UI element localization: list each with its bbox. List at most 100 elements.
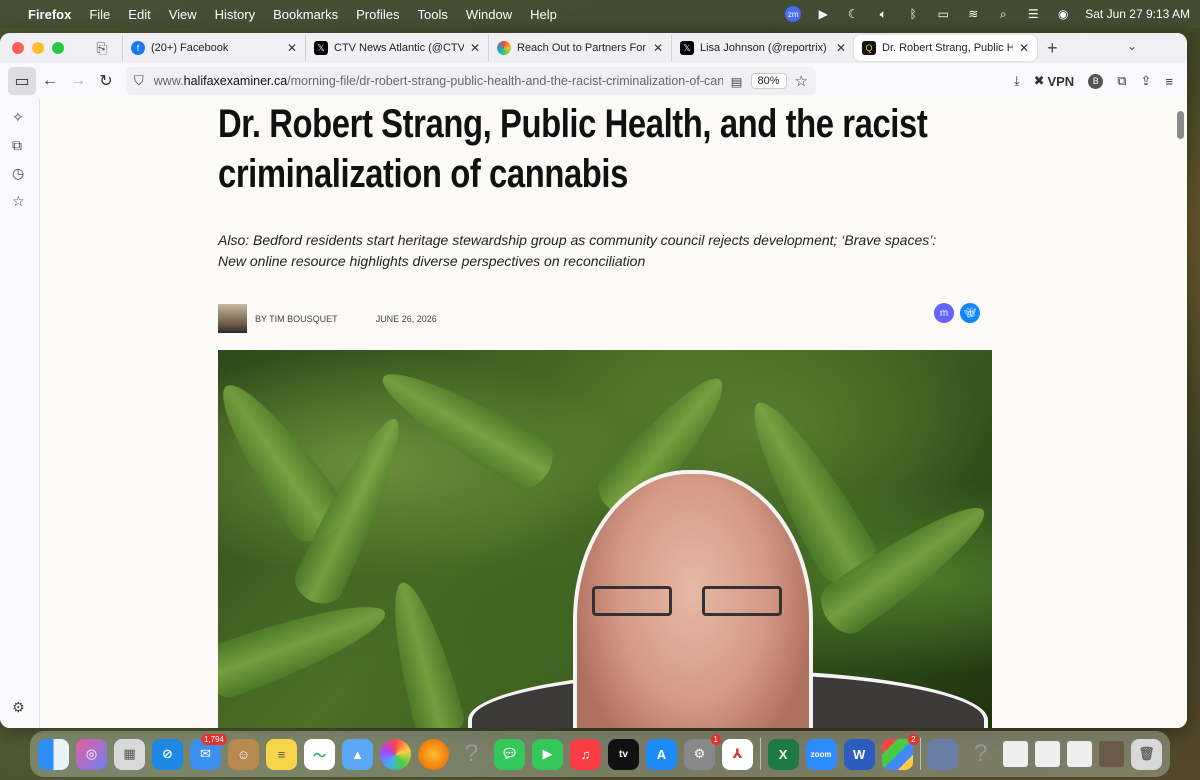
word-icon[interactable]: W [843,738,875,770]
downloads-icon[interactable]: ⤓ [1014,73,1020,89]
bookmarks-star-icon[interactable]: ☆ [12,193,25,210]
menu-profiles[interactable]: Profiles [356,7,399,22]
misc-app-icon[interactable]: 2 [881,733,919,770]
url-bar[interactable]: ⛉ www.halifaxexaminer.ca/morning-file/dr… [126,67,816,95]
trash-icon[interactable]: 🗑︎ [1131,738,1162,770]
sidebar-toggle-icon[interactable]: ▭ [8,67,36,95]
menu-view[interactable]: View [169,7,197,22]
facetime-icon[interactable]: ▶ [532,738,563,770]
article-subtitle: Also: Bedford residents start heritage s… [218,232,937,269]
window-thumbnail[interactable] [1035,741,1061,767]
notes-icon[interactable]: ≡ [266,738,297,770]
window-thumbnail[interactable] [1067,741,1093,767]
wifi-icon[interactable]: ≋ [965,7,981,21]
control-center-icon[interactable]: ☰ [1025,7,1041,21]
close-tab-icon[interactable]: ✕ [287,41,297,55]
share-icon[interactable]: ⇪ [1141,73,1152,89]
close-tab-icon[interactable]: ✕ [470,41,480,55]
menu-file[interactable]: File [89,7,110,22]
menu-help[interactable]: Help [530,7,557,22]
contacts-icon[interactable]: ☺ [228,738,259,770]
mastodon-share-icon[interactable]: m [934,303,954,323]
maps-icon[interactable]: ▲ [342,738,373,770]
menu-tools[interactable]: Tools [418,7,448,22]
mail-icon[interactable]: ✉ 1,794 [190,733,227,770]
zoom-window-button[interactable] [52,42,64,54]
author-name[interactable]: BY TIM BOUSQUET [255,314,338,324]
excel-icon[interactable]: X [767,738,799,770]
safari-icon[interactable]: ⊘ [152,738,183,770]
apps-grid-icon[interactable]: ▦ [114,738,145,770]
finder-icon[interactable] [38,738,69,770]
settings-gear-icon[interactable]: ⚙ [12,699,25,716]
acrobat-icon[interactable]: ⅄ [722,738,753,770]
tab-facebook[interactable]: f (20+) Facebook ✕ [122,35,305,61]
freeform-icon[interactable]: 〜 [304,738,335,770]
menu-window[interactable]: Window [466,7,512,22]
back-arrow-icon[interactable]: ← [36,67,64,95]
music-icon[interactable]: ♫ [570,738,601,770]
messages-icon[interactable]: 💬︎ [494,738,525,770]
window-thumbnail[interactable] [1099,741,1124,767]
close-window-button[interactable] [12,42,24,54]
close-tab-icon[interactable]: ✕ [1019,41,1029,55]
launchpad-icon[interactable]: ◎ [76,738,107,770]
moon-icon[interactable]: ☾ [845,7,861,21]
volume-icon[interactable]: 🔈︎ [875,7,891,21]
vpn-button[interactable]: ✖ VPN [1034,73,1075,89]
reload-icon[interactable]: ↻ [92,67,120,95]
ai-sparkle-icon[interactable]: ✧ [12,109,24,126]
siri-icon[interactable]: ◉ [1055,7,1071,21]
tab-ctv-news[interactable]: 𝕏 CTV News Atlantic (@CTVAtlant ✕ [305,35,488,61]
zoom-level-badge[interactable]: 80% [750,73,787,89]
tab-label: (20+) Facebook [151,42,229,54]
bluetooth-icon[interactable]: ᛒ [905,7,921,21]
tab-reach-out[interactable]: Reach Out to Partners For Youth ✕ [488,35,671,61]
photos-icon[interactable] [380,738,411,770]
forward-arrow-icon[interactable]: → [64,67,92,95]
close-tab-icon[interactable]: ✕ [653,41,663,55]
zoom-app-icon[interactable]: zoom [805,738,837,770]
reader-view-icon[interactable]: ▤ [731,74,743,89]
author-avatar[interactable] [218,304,247,333]
menu-history[interactable]: History [215,7,255,22]
battery-icon[interactable]: ▭ [935,7,951,21]
profile-avatar[interactable]: B [1088,73,1104,89]
scrollbar-thumb[interactable] [1177,111,1184,139]
play-icon[interactable]: ▶ [815,7,831,21]
tab-bar: ⎘ f (20+) Facebook ✕ 𝕏 CTV News Atlantic… [0,33,1187,63]
window-thumbnail[interactable] [1003,741,1029,767]
question-mark-icon[interactable]: ? [456,739,487,770]
hamburger-menu-icon[interactable]: ≡ [1165,74,1173,89]
tab-overview-icon[interactable]: ⎘ [82,40,122,57]
firefox-icon[interactable] [418,738,449,770]
tab-lisa-johnson[interactable]: 𝕏 Lisa Johnson (@reportrix) / X ✕ [671,35,854,61]
bluesky-share-icon[interactable]: 🦋︎ [960,303,980,323]
synced-tabs-icon[interactable]: ⧉ [12,137,22,154]
tab-halifax-examiner[interactable]: Q Dr. Robert Strang, Public Health ✕ [854,35,1037,61]
spotlight-icon[interactable]: ⌕ [995,7,1011,21]
dock: ◎ ▦ ⊘ ✉ 1,794 ☺ ≡ 〜 ▲ ? 💬︎ ▶ ♫ tv A ⚙ 1 ⅄ … [30,731,1170,777]
app-menu[interactable]: Firefox [28,7,71,22]
question-mark-icon[interactable]: ? [965,739,996,770]
extensions-icon[interactable]: ⧉ [1117,73,1126,89]
scrollbar[interactable] [1173,99,1187,728]
system-settings-icon[interactable]: ⚙ 1 [684,733,721,770]
new-tab-button[interactable]: + [1047,38,1058,59]
shield-icon[interactable]: ⛉ [134,73,144,89]
zoom-status-icon[interactable]: zm [785,6,802,22]
menu-edit[interactable]: Edit [128,7,150,22]
history-clock-icon[interactable]: ◷ [12,165,24,182]
chevron-down-icon[interactable]: ⌄ [1127,39,1137,53]
vpn-logo-icon: ✖ [1033,73,1045,88]
url-text[interactable]: www.halifaxexaminer.ca/morning-file/dr-r… [154,74,723,88]
bookmark-star-icon[interactable]: ☆ [795,72,808,90]
apple-tv-icon[interactable]: tv [608,738,639,770]
app-store-icon[interactable]: A [646,738,677,770]
minimize-window-button[interactable] [32,42,44,54]
menu-clock[interactable]: Sat Jun 27 9:13 AM [1085,7,1190,21]
close-tab-icon[interactable]: ✕ [836,41,846,55]
photo-folder-icon[interactable] [927,738,959,770]
menu-bookmarks[interactable]: Bookmarks [273,7,338,22]
share-buttons: m 🦋︎ [934,303,980,323]
